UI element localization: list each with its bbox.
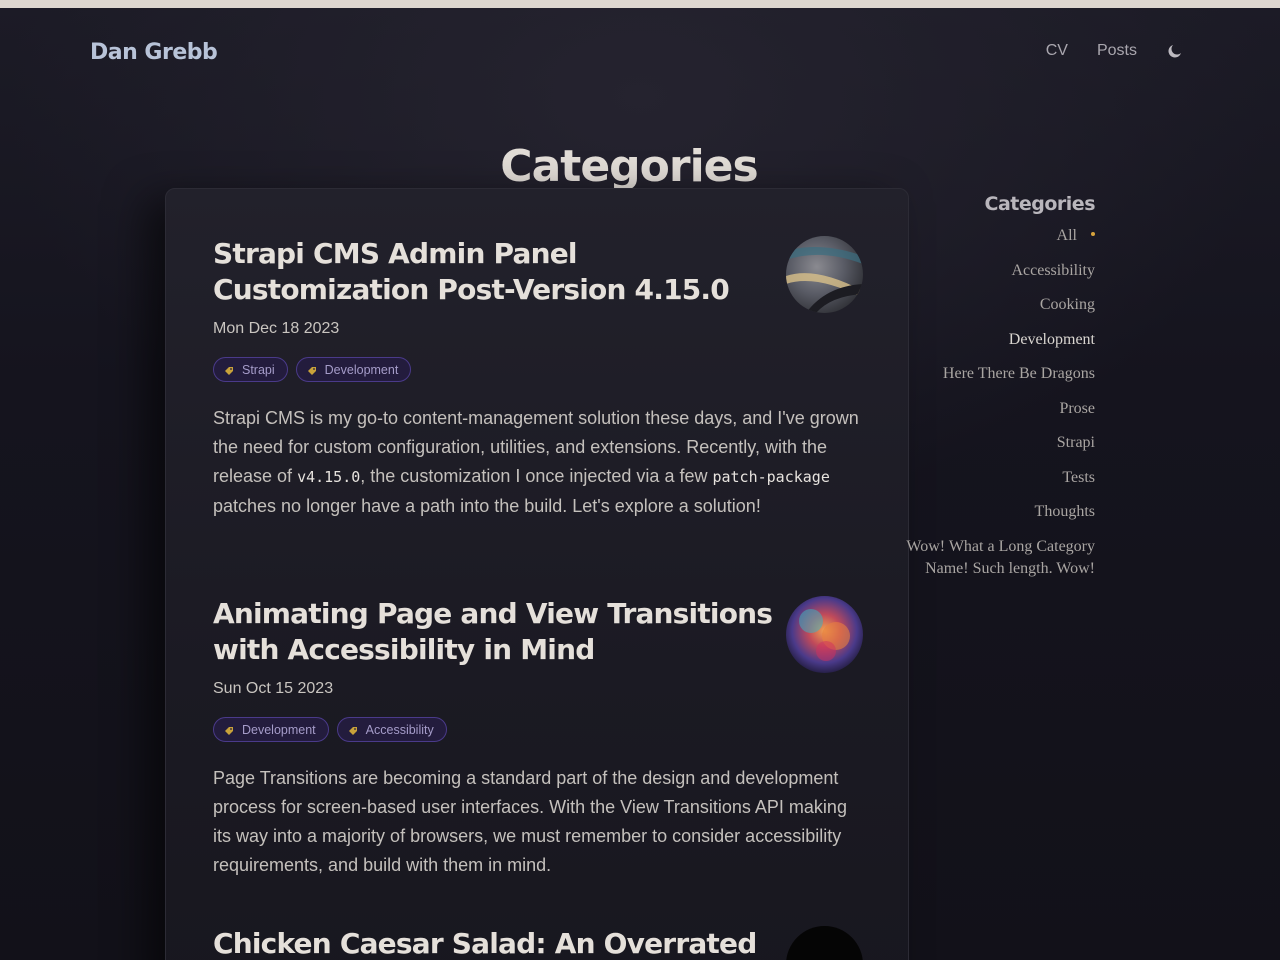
post-item: Chicken Caesar Salad: An Overrated <box>213 926 863 960</box>
category-item-tests[interactable]: Tests <box>875 467 1095 490</box>
categories-sidebar: Categories All Accessibility Cooking Dev… <box>875 193 1095 593</box>
active-indicator-icon <box>1091 232 1095 237</box>
post-item: Strapi CMS Admin Panel Customization Pos… <box>213 236 863 539</box>
post-item: Animating Page and View Transitions with… <box>213 596 863 898</box>
category-item-dragons[interactable]: Here There Be Dragons <box>875 363 1095 386</box>
category-item-thoughts[interactable]: Thoughts <box>875 501 1095 524</box>
tag-icon <box>224 365 234 375</box>
dark-thumbnail[interactable] <box>786 926 863 960</box>
tag-label: Development <box>324 362 399 377</box>
tag-label: Development <box>242 722 316 737</box>
post-list-card: Strapi CMS Admin Panel Customization Pos… <box>165 188 909 960</box>
tag-label: Strapi <box>242 362 275 377</box>
excerpt-text: patches no longer have a path into the b… <box>213 496 761 516</box>
category-item-prose[interactable]: Prose <box>875 398 1095 421</box>
top-accent-strip <box>0 0 1280 8</box>
tag-icon <box>307 365 317 375</box>
post-title-link[interactable]: Chicken Caesar Salad: An Overrated <box>213 926 778 960</box>
post-excerpt: Strapi CMS is my go-to content-managemen… <box>213 404 861 521</box>
post-date: Mon Dec 18 2023 <box>213 320 340 337</box>
post-tags: Strapi Development <box>213 357 863 382</box>
post-date: Sun Oct 15 2023 <box>213 680 334 697</box>
sidebar-heading: Categories <box>984 193 1096 215</box>
excerpt-code: v4.15.0 <box>297 468 361 486</box>
page-title: Categories <box>500 141 758 193</box>
nav-link-posts[interactable]: Posts <box>1097 42 1137 60</box>
category-item-long-name[interactable]: Wow! What a Long Category Name! Such len… <box>875 536 1095 581</box>
category-item-cooking[interactable]: Cooking <box>875 294 1095 317</box>
excerpt-code: patch-package <box>712 468 830 486</box>
tag-icon <box>348 725 358 735</box>
abstract-image-thumbnail[interactable] <box>786 236 863 313</box>
main-nav: CV Posts <box>1046 42 1184 60</box>
excerpt-text: , the customization I once injected via … <box>360 466 713 486</box>
tag-label: Accessibility <box>365 722 434 737</box>
tag-strapi[interactable]: Strapi <box>213 357 288 382</box>
nav-link-cv[interactable]: CV <box>1046 42 1068 60</box>
category-item-development[interactable]: Development <box>875 329 1095 352</box>
colorful-cloud-thumbnail[interactable] <box>786 596 863 673</box>
category-list: All Accessibility Cooking Development He… <box>875 225 1095 581</box>
category-item-all[interactable]: All <box>875 225 1095 248</box>
category-item-strapi[interactable]: Strapi <box>875 432 1095 455</box>
site-header: Dan Grebb CV Posts <box>0 8 1280 98</box>
tag-development[interactable]: Development <box>213 717 329 742</box>
post-tags: Development Accessibility <box>213 717 863 742</box>
category-label: All <box>1056 227 1077 244</box>
post-title-link[interactable]: Animating Page and View Transitions with… <box>213 596 778 668</box>
tag-development[interactable]: Development <box>295 357 412 382</box>
moon-icon[interactable] <box>1166 42 1184 60</box>
category-item-accessibility[interactable]: Accessibility <box>875 260 1095 283</box>
site-logo[interactable]: Dan Grebb <box>90 40 218 65</box>
post-excerpt: Page Transitions are becoming a standard… <box>213 768 847 875</box>
tag-accessibility[interactable]: Accessibility <box>336 717 447 742</box>
post-title-link[interactable]: Strapi CMS Admin Panel Customization Pos… <box>213 236 778 308</box>
tag-icon <box>224 725 234 735</box>
